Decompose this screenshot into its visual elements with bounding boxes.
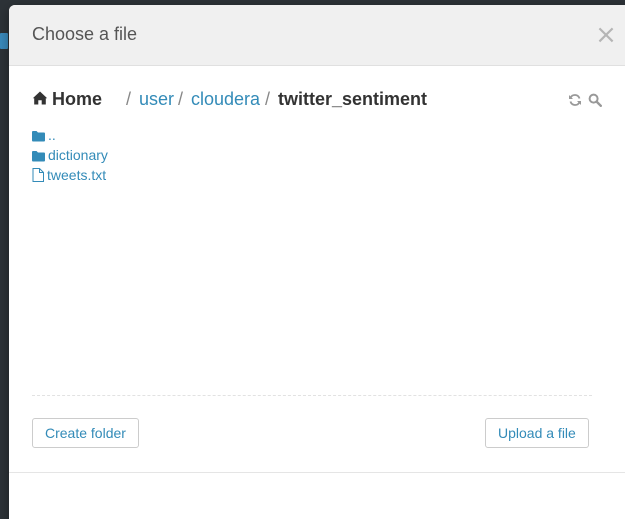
close-button[interactable]: × — [594, 21, 618, 49]
folder-icon — [32, 151, 45, 162]
file-name: dictionary — [48, 147, 108, 163]
breadcrumb-home-label: Home — [52, 89, 103, 109]
choose-file-dialog: Choose a file × Home / user / cloudera /… — [9, 5, 625, 519]
file-name: tweets.txt — [47, 167, 107, 183]
create-folder-button[interactable]: Create folder — [32, 418, 139, 448]
list-item-tweets-txt[interactable]: tweets.txt — [32, 165, 108, 185]
file-name: .. — [48, 127, 56, 143]
breadcrumb-current: twitter_sentiment — [278, 89, 428, 109]
breadcrumb-item-cloudera[interactable]: cloudera — [191, 89, 260, 110]
upload-file-button[interactable]: Upload a file — [485, 418, 589, 448]
folder-icon — [32, 131, 45, 142]
breadcrumb-separator: / — [265, 89, 271, 109]
breadcrumb-home[interactable]: Home — [32, 89, 102, 110]
dialog-title: Choose a file — [32, 24, 138, 44]
breadcrumb-item-user[interactable]: user — [139, 89, 174, 110]
file-list: .. dictionary tweets.txt — [32, 125, 108, 185]
file-icon — [32, 168, 44, 182]
search-icon[interactable] — [588, 93, 602, 107]
breadcrumb-separator: / — [178, 89, 184, 109]
dialog-divider — [32, 395, 592, 396]
dialog-header: Choose a file × — [9, 5, 625, 66]
home-icon — [32, 91, 48, 105]
dialog-footer-divider — [9, 472, 625, 473]
refresh-icon[interactable] — [568, 93, 582, 107]
list-item-parent-folder[interactable]: .. — [32, 125, 108, 145]
breadcrumb-separator: / — [126, 89, 132, 109]
breadcrumb-tools — [566, 93, 602, 109]
background-menu-icon — [0, 33, 8, 49]
list-item-dictionary[interactable]: dictionary — [32, 145, 108, 165]
